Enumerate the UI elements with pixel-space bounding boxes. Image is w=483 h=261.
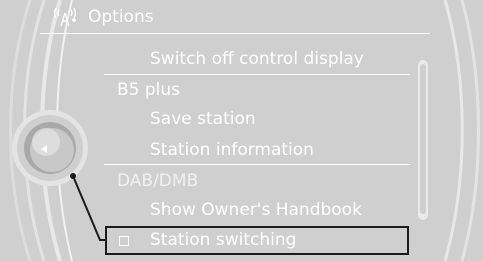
section-b5-plus: B5 plus bbox=[117, 80, 181, 100]
decorative-frame bbox=[9, 0, 480, 261]
menu-item-station-switching[interactable]: Station switching bbox=[150, 230, 296, 250]
menu-item-save-station[interactable]: Save station bbox=[150, 109, 256, 129]
menu-divider bbox=[104, 164, 410, 165]
controller-knob[interactable] bbox=[12, 110, 88, 186]
pointer-line bbox=[72, 175, 106, 241]
header: Options bbox=[52, 2, 154, 32]
options-screen: Options Switch off control display B5 pl… bbox=[0, 0, 483, 261]
header-divider bbox=[40, 33, 430, 34]
broadcast-antenna-icon bbox=[53, 7, 77, 27]
menu-item-show-handbook[interactable]: Show Owner's Handbook bbox=[150, 200, 362, 220]
menu-item-switch-off-display[interactable]: Switch off control display bbox=[150, 49, 364, 69]
header-title: Options bbox=[88, 7, 154, 27]
menu-divider bbox=[104, 74, 410, 75]
section-dab-dmb: DAB/DMB bbox=[117, 171, 199, 191]
menu-item-station-information[interactable]: Station information bbox=[150, 140, 314, 160]
station-switching-checkbox[interactable] bbox=[119, 236, 129, 246]
